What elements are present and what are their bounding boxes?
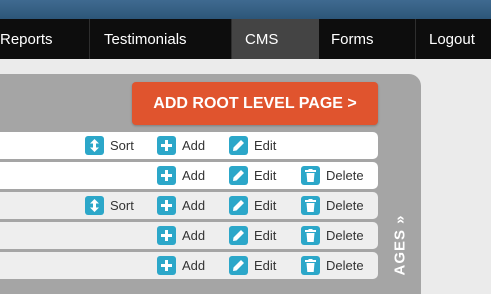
pencil-icon [229,166,248,185]
nav-item-cms[interactable]: CMS [231,19,319,59]
pages-side-tab[interactable]: AGES » [387,210,413,280]
plus-icon [157,226,176,245]
main-navigation: Reports Testimonials CMS Forms Logout [0,19,491,59]
delete-label: Delete [326,198,364,213]
nav-item-forms[interactable]: Forms [319,19,415,59]
nav-item-reports[interactable]: Reports [0,19,89,59]
add-label: Add [182,138,206,153]
add-root-level-page-button[interactable]: ADD ROOT LEVEL PAGE > [132,82,378,125]
edit-label: Edit [254,228,277,243]
page-row: Sort Add Edit [0,132,378,159]
sort-arrows-icon [85,196,104,215]
sort-arrows-icon [85,136,104,155]
add-label: Add [182,228,206,243]
edit-label: Edit [254,258,277,273]
page-row: Add Edit Delete [0,252,378,279]
plus-icon [157,256,176,275]
trash-icon [301,196,320,215]
pencil-icon [229,196,248,215]
delete-label: Delete [326,258,364,273]
nav-item-label: Testimonials [104,31,187,48]
pencil-icon [229,136,248,155]
pages-side-tab-label: AGES » [391,214,409,276]
trash-icon [301,166,320,185]
plus-icon [157,196,176,215]
nav-item-logout[interactable]: Logout [415,19,491,59]
nav-item-label: Logout [429,31,475,48]
page-row: Sort Add Edit Delete [0,192,378,219]
sort-label: Sort [110,138,134,153]
edit-label: Edit [254,138,277,153]
page-row: Add Edit Delete [0,162,378,189]
nav-item-label: CMS [245,31,279,48]
nav-item-label: Reports [0,31,53,48]
pencil-icon [229,226,248,245]
add-label: Add [182,168,206,183]
trash-icon [301,226,320,245]
top-header-bar [0,0,491,19]
edit-label: Edit [254,198,277,213]
plus-icon [157,166,176,185]
trash-icon [301,256,320,275]
page-row: Add Edit Delete [0,222,378,249]
edit-label: Edit [254,168,277,183]
sort-label: Sort [110,198,134,213]
add-label: Add [182,258,206,273]
nav-item-label: Forms [331,31,374,48]
add-label: Add [182,198,206,213]
delete-label: Delete [326,228,364,243]
plus-icon [157,136,176,155]
nav-item-testimonials[interactable]: Testimonials [89,19,231,59]
delete-label: Delete [326,168,364,183]
pencil-icon [229,256,248,275]
